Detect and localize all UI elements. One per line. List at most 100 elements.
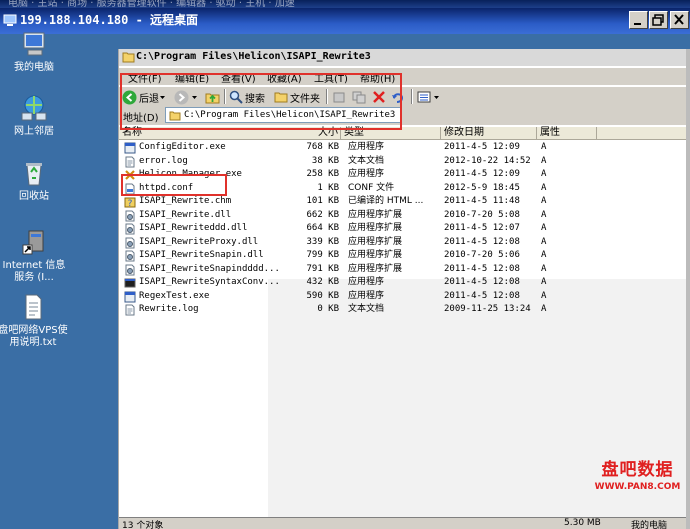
file-row[interactable]: ISAPI_RewriteSnapindddd... 791 KB 应用程序扩展 20… <box>119 263 690 277</box>
file-name: ISAPI_Rewrite.dll <box>139 209 232 220</box>
file-size: 791 KB <box>306 263 339 274</box>
close-button[interactable] <box>670 11 689 29</box>
file-row[interactable]: RegexTest.exe 590 KB 应用程序 2011-4-5 12:08 A <box>119 290 690 304</box>
desktop: 我的电脑 网上邻居 回收站 Internet 信息服务 (I... 盘吧网络VP… <box>0 32 118 529</box>
file-modified: 2011-4-5 11:48 <box>444 196 520 206</box>
file-attributes: A <box>541 290 547 301</box>
file-name: error.log <box>139 155 188 166</box>
desktop-icon-my-computer[interactable]: 我的电脑 <box>0 29 68 74</box>
file-modified: 2012-5-9 18:45 <box>444 182 520 193</box>
file-name: Rewrite.log <box>139 304 199 314</box>
file-size: 768 KB <box>306 142 339 152</box>
file-name: ISAPI_RewriteProxy.dll <box>139 236 259 247</box>
file-attributes: A <box>541 236 547 247</box>
remote-desktop-title: 199.188.104.180 - 远程桌面 <box>20 13 199 27</box>
status-object-count: 13 个对象 <box>122 521 164 529</box>
file-size: 664 KB <box>306 223 339 233</box>
file-attributes: A <box>541 209 547 220</box>
desktop-icon-iis[interactable]: Internet 信息服务 (I... <box>0 227 68 284</box>
file-attributes: A <box>541 196 547 206</box>
file-modified: 2011-4-5 12:08 <box>444 236 520 247</box>
desktop-icon-recycle-bin[interactable]: 回收站 <box>0 158 68 203</box>
file-row[interactable]: ISAPI_Rewriteddd.dll 664 KB 应用程序扩展 2011-4-5… <box>119 222 690 236</box>
file-row[interactable]: error.log 38 KB 文本文档 2012-10-22 14:52 A <box>119 155 690 169</box>
file-type: 文本文档 <box>348 304 385 314</box>
file-name: ISAPI_RewriteSnapin.dll <box>139 250 264 260</box>
file-name: ISAPI_RewriteSyntaxConv... <box>139 277 280 287</box>
desktop-icon-network-places[interactable]: 网上邻居 <box>0 93 68 138</box>
file-type: 已编译的 HTML ... <box>348 196 424 206</box>
my-computer-icon <box>23 32 45 56</box>
file-attributes: A <box>541 250 547 260</box>
minimize-button[interactable] <box>629 11 648 29</box>
file-modified: 2010-7-20 5:06 <box>444 250 520 260</box>
file-row[interactable]: ISAPI_RewriteProxy.dll 339 KB 应用程序扩展 2011-4… <box>119 236 690 250</box>
file-size: 38 KB <box>311 155 339 166</box>
status-total-size: 5.30 MB <box>564 518 601 528</box>
file-modified: 2010-7-20 5:08 <box>444 209 520 220</box>
file-size: 799 KB <box>306 250 339 260</box>
file-row[interactable]: ? ISAPI_Rewrite.chm 101 KB 已编译的 HTML ... 201… <box>119 195 690 209</box>
desktop-icon-label: 回收站 <box>19 191 49 202</box>
folder-icon <box>122 52 135 63</box>
watermark-text: 盘吧数据 <box>601 460 674 480</box>
faint-overlay-text: 电脑 · 主站 · 商场 · 服务器管理软件 · 编辑器 · 驱动 · 主机 ·… <box>8 0 295 8</box>
file-row[interactable]: Rewrite.log 0 KB 文本文档 2009-11-25 13:24 A <box>119 303 690 317</box>
toolbar-separator <box>411 89 413 104</box>
file-modified: 2011-4-5 12:09 <box>444 142 520 152</box>
explorer-title: C:\Program Files\Helicon\ISAPI_Rewrite3 <box>136 51 371 62</box>
column-attributes[interactable]: 属性 <box>537 127 597 140</box>
watermark: 盘吧数据 WWW.PAN8.COM <box>585 455 690 492</box>
views-button[interactable] <box>417 88 442 106</box>
file-type: 应用程序 <box>348 290 385 301</box>
file-type: 文本文档 <box>348 155 385 166</box>
file-name: RegexTest.exe <box>139 290 210 301</box>
file-type: 应用程序 <box>348 169 385 179</box>
file-modified: 2011-4-5 12:09 <box>444 169 520 179</box>
file-list: ConfigEditor.exe 768 KB 应用程序 2011-4-5 12:09… <box>119 141 690 317</box>
iis-shortcut-icon <box>22 230 44 255</box>
file-name: ConfigEditor.exe <box>139 142 226 152</box>
file-type: 应用程序 <box>348 142 385 152</box>
file-size: 339 KB <box>306 236 339 247</box>
file-attributes: A <box>541 142 547 152</box>
file-modified: 2011-4-5 12:08 <box>444 290 520 301</box>
file-type: 应用程序 <box>348 277 385 287</box>
file-attributes: A <box>541 182 547 193</box>
file-row[interactable]: ISAPI_Rewrite.dll 662 KB 应用程序扩展 2010-7-20 5… <box>119 209 690 223</box>
svg-text:?: ? <box>128 199 133 208</box>
column-modified[interactable]: 修改日期 <box>441 127 537 140</box>
desktop-icon-vps-readme[interactable]: 盘吧网络VPS使用说明.txt <box>0 292 68 349</box>
chevron-down-icon <box>434 96 439 99</box>
file-attributes: A <box>541 223 547 233</box>
file-size: 662 KB <box>306 209 339 220</box>
desktop-icon-label: Internet 信息服务 (I... <box>2 260 66 283</box>
desktop-icon-label: 我的电脑 <box>14 62 54 73</box>
file-size: 258 KB <box>306 169 339 179</box>
desktop-icon-label: 网上邻居 <box>14 126 54 137</box>
file-size: 0 KB <box>317 304 339 314</box>
remote-desktop-top-strip: 电脑 · 主站 · 商场 · 服务器管理软件 · 编辑器 · 驱动 · 主机 ·… <box>0 0 690 8</box>
status-zone: 我的电脑 <box>631 521 668 529</box>
file-size: 590 KB <box>306 290 339 301</box>
file-type: 应用程序扩展 <box>348 250 403 260</box>
highlight-box-httpd-conf <box>121 174 227 196</box>
file-type: CONF 文件 <box>348 182 395 193</box>
file-modified: 2011-4-5 12:08 <box>444 277 520 287</box>
file-size: 101 KB <box>306 196 339 206</box>
file-attributes: A <box>541 304 547 314</box>
status-bar: 13 个对象 5.30 MB 我的电脑 <box>119 517 690 529</box>
remote-desktop-titlebar: 电脑 · 主站 · 商场 · 服务器管理软件 · 编辑器 · 驱动 · 主机 ·… <box>0 0 690 34</box>
file-name: ISAPI_RewriteSnapindddd... <box>139 263 280 274</box>
maximize-button[interactable] <box>649 11 668 29</box>
file-modified: 2009-11-25 13:24 <box>444 304 531 314</box>
file-row[interactable]: ConfigEditor.exe 768 KB 应用程序 2011-4-5 12:09… <box>119 141 690 155</box>
file-type: 应用程序扩展 <box>348 236 403 247</box>
file-type: 应用程序扩展 <box>348 263 403 274</box>
file-row[interactable]: ISAPI_RewriteSyntaxConv... 432 KB 应用程序 2011… <box>119 276 690 290</box>
remote-desktop-icon <box>3 14 17 26</box>
file-row[interactable]: ISAPI_RewriteSnapin.dll 799 KB 应用程序扩展 2010-… <box>119 249 690 263</box>
file-attributes: A <box>541 277 547 287</box>
close-icon <box>674 14 684 25</box>
file-size: 432 KB <box>306 277 339 287</box>
